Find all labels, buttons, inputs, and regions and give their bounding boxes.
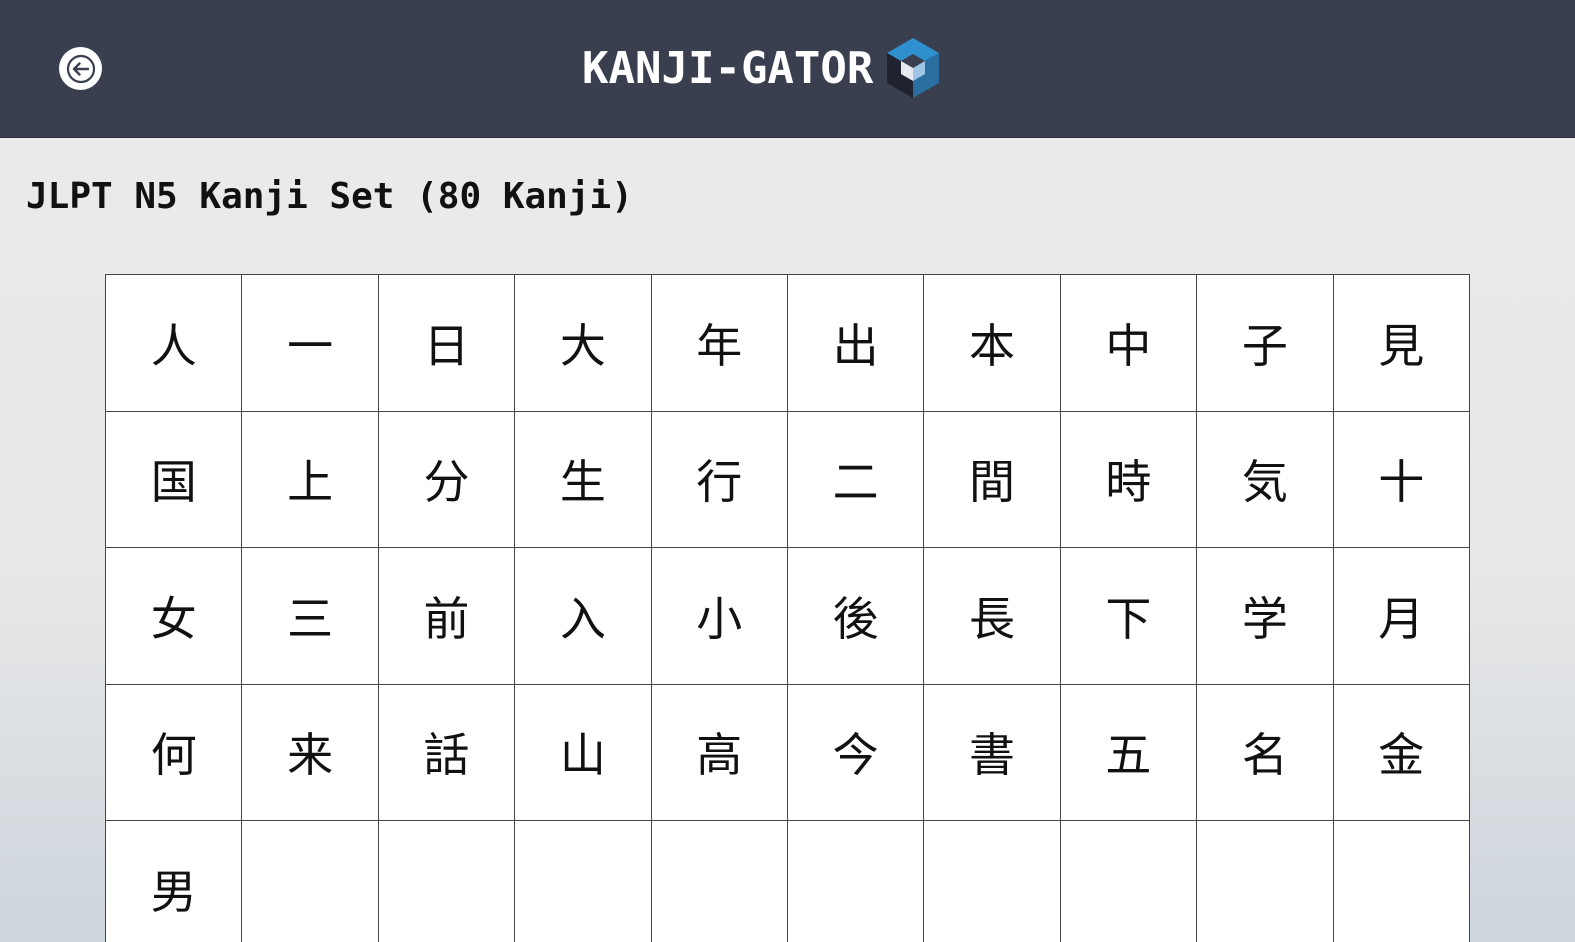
- kanji-cell[interactable]: 金: [1333, 684, 1470, 821]
- kanji-cell[interactable]: 女: [106, 548, 243, 685]
- kanji-cell[interactable]: 十: [1333, 411, 1470, 548]
- kanji-cell[interactable]: 一: [242, 275, 379, 412]
- kanji-cell[interactable]: 上: [242, 411, 379, 548]
- kanji-cell[interactable]: 今: [787, 684, 925, 821]
- kanji-cell[interactable]: 長: [924, 548, 1061, 685]
- kanji-cell-empty: [1333, 821, 1470, 942]
- kanji-cell-empty: [651, 821, 788, 942]
- kanji-cell[interactable]: 分: [378, 411, 516, 548]
- kanji-cell[interactable]: 大: [515, 275, 652, 412]
- app-header: KANJI-GATOR: [0, 0, 1575, 138]
- kanji-cell[interactable]: 入: [515, 548, 652, 685]
- kanji-cell[interactable]: 月: [1333, 548, 1470, 685]
- kanji-cell[interactable]: 高: [651, 684, 788, 821]
- kanji-cell[interactable]: 五: [1060, 684, 1198, 821]
- kanji-cell[interactable]: 人: [106, 275, 243, 412]
- kanji-cell[interactable]: 名: [1197, 684, 1334, 821]
- kanji-grid: 人一日大年出本中子見国上分生行二間時気十女三前入小後長下学月何来話山高今書五名金…: [105, 274, 1470, 942]
- kanji-cell-empty: [1060, 821, 1198, 942]
- kanji-cell[interactable]: 三: [242, 548, 379, 685]
- kanji-cell[interactable]: 気: [1197, 411, 1334, 548]
- kanji-cell[interactable]: 出: [787, 275, 925, 412]
- brand-name: KANJI-GATOR: [582, 43, 874, 94]
- kanji-cell[interactable]: 小: [651, 548, 788, 685]
- kanji-cell[interactable]: 下: [1060, 548, 1198, 685]
- kanji-cell[interactable]: 男: [106, 821, 243, 942]
- kanji-cell[interactable]: 山: [515, 684, 652, 821]
- kanji-cell[interactable]: 本: [924, 275, 1061, 412]
- kanji-cell[interactable]: 年: [651, 275, 788, 412]
- kanji-cell-empty: [924, 821, 1061, 942]
- kanji-cell[interactable]: 行: [651, 411, 788, 548]
- set-title: JLPT N5 Kanji Set (80 Kanji): [26, 176, 633, 217]
- kanji-cell[interactable]: 書: [924, 684, 1061, 821]
- kanji-cell[interactable]: 生: [515, 411, 652, 548]
- kanji-cell[interactable]: 前: [378, 548, 516, 685]
- kanji-cell[interactable]: 見: [1333, 275, 1470, 412]
- back-button[interactable]: [59, 47, 102, 90]
- kanji-cell-empty: [378, 821, 516, 942]
- kanji-cell-empty: [1197, 821, 1334, 942]
- kanji-cell[interactable]: 何: [106, 684, 243, 821]
- kanji-cell[interactable]: 学: [1197, 548, 1334, 685]
- kanji-cell[interactable]: 時: [1060, 411, 1198, 548]
- kanji-cell[interactable]: 後: [787, 548, 925, 685]
- brand[interactable]: KANJI-GATOR: [582, 34, 943, 104]
- kanji-cell[interactable]: 子: [1197, 275, 1334, 412]
- kanji-cell[interactable]: 話: [378, 684, 516, 821]
- kanji-cell[interactable]: 国: [106, 411, 243, 548]
- kanji-cell[interactable]: 二: [787, 411, 925, 548]
- kanji-cell[interactable]: 間: [924, 411, 1061, 548]
- kanji-cell[interactable]: 中: [1060, 275, 1198, 412]
- kanji-cell-empty: [515, 821, 652, 942]
- kanji-cell-empty: [242, 821, 379, 942]
- arrow-left-icon: [66, 54, 95, 83]
- logo-icon: [887, 38, 940, 98]
- kanji-cell[interactable]: 来: [242, 684, 379, 821]
- kanji-cell-empty: [787, 821, 925, 942]
- kanji-cell[interactable]: 日: [378, 275, 516, 412]
